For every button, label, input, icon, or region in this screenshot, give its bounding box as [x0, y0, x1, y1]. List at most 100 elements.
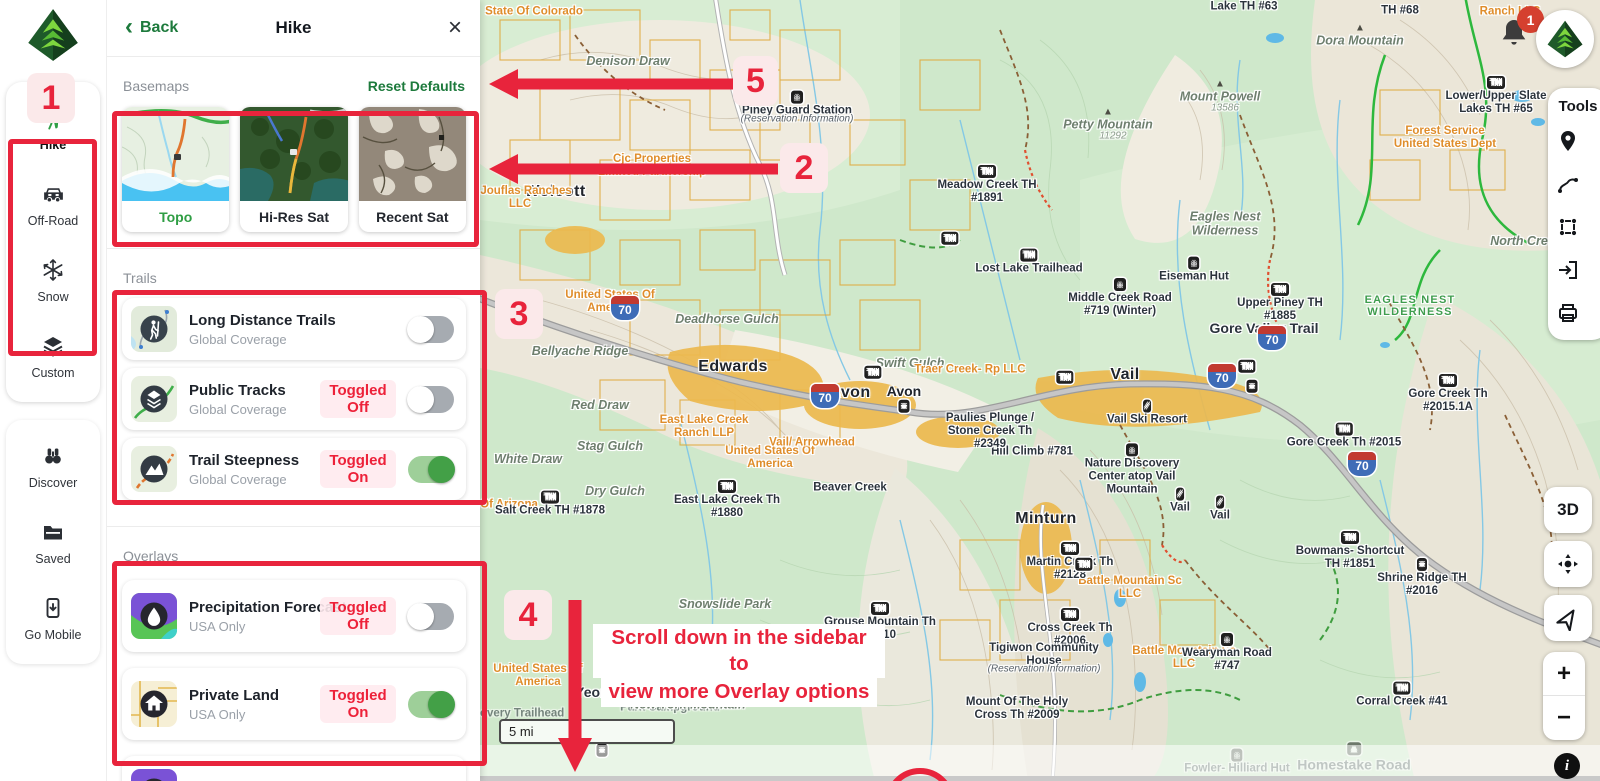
gaia-logo[interactable] — [26, 8, 80, 62]
secondary-nav: Discover Saved Go Mobile — [6, 420, 100, 664]
create-route-tool[interactable] — [1548, 162, 1600, 205]
print-icon — [1556, 301, 1580, 325]
area-polygon-icon — [1556, 215, 1580, 239]
info-button[interactable]: i — [1554, 753, 1580, 779]
map-label: Lake TH #63 — [1210, 0, 1277, 13]
private-land-icon — [131, 681, 177, 727]
ski-marker-icon: ∕ — [1143, 400, 1150, 413]
app-window: Hike Off-Road Snow Custom — [0, 0, 1600, 781]
map-label: 13586 — [1211, 103, 1239, 114]
public-tracks-toggle[interactable] — [408, 386, 454, 413]
zoom-in-button[interactable]: + — [1543, 652, 1585, 696]
back-label: Back — [140, 19, 178, 37]
annotation-toggled-on: Toggled On — [320, 685, 396, 724]
close-icon[interactable]: × — [448, 16, 462, 40]
layer-subtitle: USA Only — [189, 619, 308, 634]
basemap-card-topo[interactable]: Topo — [122, 107, 229, 232]
hiker-icon — [40, 105, 66, 131]
divider — [107, 526, 480, 527]
print-map-tool[interactable] — [1548, 291, 1600, 334]
zoom-control: + − — [1543, 652, 1585, 740]
map-pan-button[interactable] — [1544, 541, 1592, 587]
scale-label: 5 mi — [509, 724, 534, 739]
map-label: ∕Vail — [1210, 496, 1230, 523]
th-marker-icon: TH — [1061, 608, 1078, 621]
cell-coverage-icon — [131, 769, 177, 781]
th-marker-icon: TH — [1075, 558, 1092, 571]
sidebar-item-label: Custom — [31, 366, 74, 380]
add-waypoint-tool[interactable] — [1548, 119, 1600, 162]
draw-area-tool[interactable] — [1548, 205, 1600, 248]
map-label: 11292 — [1099, 131, 1126, 142]
map-label: THGrouse Mountain Th #2010 — [821, 602, 939, 642]
layers-icon — [40, 333, 66, 359]
back-button[interactable]: ‹ Back — [125, 18, 178, 39]
basemap-label: Hi-Res Sat — [240, 201, 347, 232]
account-logo-button[interactable] — [1536, 10, 1594, 68]
sidebar-item-go-mobile[interactable]: Go Mobile — [6, 580, 100, 656]
map-label: Cjc Properties Limited Partnership — [593, 153, 711, 179]
zoom-out-button[interactable]: − — [1543, 696, 1585, 740]
notification-bell[interactable]: 1 — [1498, 16, 1532, 52]
layer-subtitle: Global Coverage — [189, 402, 308, 417]
private-land-toggle[interactable] — [408, 691, 454, 718]
import-icon — [1556, 258, 1580, 282]
layer-card-public-tracks[interactable]: Public Tracks Global Coverage Toggled Of… — [122, 368, 466, 430]
import-data-tool[interactable] — [1548, 248, 1600, 291]
sidebar-item-hike[interactable]: Hike — [6, 90, 100, 166]
th-marker-icon: TH — [541, 491, 558, 504]
map-label: ⌂Middle Creek Road #719 (Winter) — [1061, 278, 1179, 318]
sidebar-item-discover[interactable]: Discover — [6, 428, 100, 504]
layer-title: Public Tracks — [189, 382, 308, 399]
ski-marker-icon: ∕ — [1176, 488, 1183, 501]
map-label: THLower/Upper Slate Lakes TH #65 — [1437, 76, 1555, 116]
tools-title: Tools — [1548, 98, 1600, 115]
map-label: ≡ — [899, 400, 910, 413]
map-label: G Jouflas Ranches LLC — [480, 185, 579, 211]
long-distance-trails-toggle[interactable] — [408, 316, 454, 343]
map-label: THSalt Creek TH #1878 — [495, 491, 605, 518]
toggle-knob — [407, 603, 434, 630]
map-label: ▲Mount Powell — [1180, 80, 1261, 105]
toggle-knob — [407, 316, 434, 343]
map-label: TH — [864, 366, 881, 379]
sidebar-item-label: Saved — [35, 552, 70, 566]
map-label: TH — [941, 232, 958, 245]
layer-card-trail-steepness[interactable]: Trail Steepness Global Coverage Toggled … — [122, 438, 466, 500]
sidebar-item-label: Discover — [29, 476, 78, 490]
map-canvas[interactable]: WolcottEdwardsAvonAvonVailMinturnDenison… — [480, 0, 1600, 781]
layer-card-private-land[interactable]: Private Land USA Only Toggled On — [122, 668, 466, 740]
map-attribution-bar — [480, 745, 1600, 776]
hires-sat-thumbnail — [240, 107, 347, 201]
precipitation-forecast-toggle[interactable] — [408, 603, 454, 630]
map-label: Paulies Plunge / Stone Creek Th #2349 — [931, 412, 1049, 452]
map-label: Vail/ Arrowhead — [769, 436, 855, 449]
sidebar-item-off-road[interactable]: Off-Road — [6, 166, 100, 242]
reset-defaults-link[interactable]: Reset Defaults — [368, 78, 465, 94]
basemap-card-hires-sat[interactable]: Hi-Res Sat — [240, 107, 347, 232]
map-label: Vail — [1110, 366, 1139, 384]
sidebar-item-custom[interactable]: Custom — [6, 318, 100, 394]
map-label: THMartin Creek Th #2128 — [1011, 542, 1129, 582]
layer-card-long-distance-trails[interactable]: Long Distance Trails Global Coverage — [122, 298, 466, 360]
basemap-card-recent-sat[interactable]: Recent Sat — [359, 107, 466, 232]
chevron-left-icon: ‹ — [125, 15, 133, 39]
overlays-section-header: Overlays — [123, 548, 465, 564]
trail-steepness-toggle[interactable] — [408, 456, 454, 483]
layer-card-cell-coverage[interactable]: Cell Coverage — [122, 756, 466, 781]
hut-marker-icon: ⌂ — [1114, 278, 1125, 291]
annotation-toggled-on: Toggled On — [320, 450, 396, 489]
sidebar-item-snow[interactable]: Snow — [6, 242, 100, 318]
long-distance-trails-icon — [131, 306, 177, 352]
map-label: EAGLES NEST WILDERNESS — [1330, 294, 1490, 318]
compass-button[interactable] — [1544, 595, 1592, 641]
map-label: ▲Dora Mountain — [1316, 24, 1404, 49]
layer-title: Long Distance Trails — [189, 312, 396, 329]
toggle-knob — [428, 691, 455, 718]
map-label: Eagles Nest Wilderness — [1166, 210, 1284, 238]
panel-body: Basemaps Reset Defaults Topo — [107, 78, 480, 781]
map-label: ⌂Eiseman Hut — [1159, 257, 1229, 284]
layer-card-precipitation-forecast[interactable]: Precipitation Forecast USA Only Toggled … — [122, 580, 466, 652]
map-3d-button[interactable]: 3D — [1544, 487, 1592, 533]
sidebar-item-saved[interactable]: Saved — [6, 504, 100, 580]
